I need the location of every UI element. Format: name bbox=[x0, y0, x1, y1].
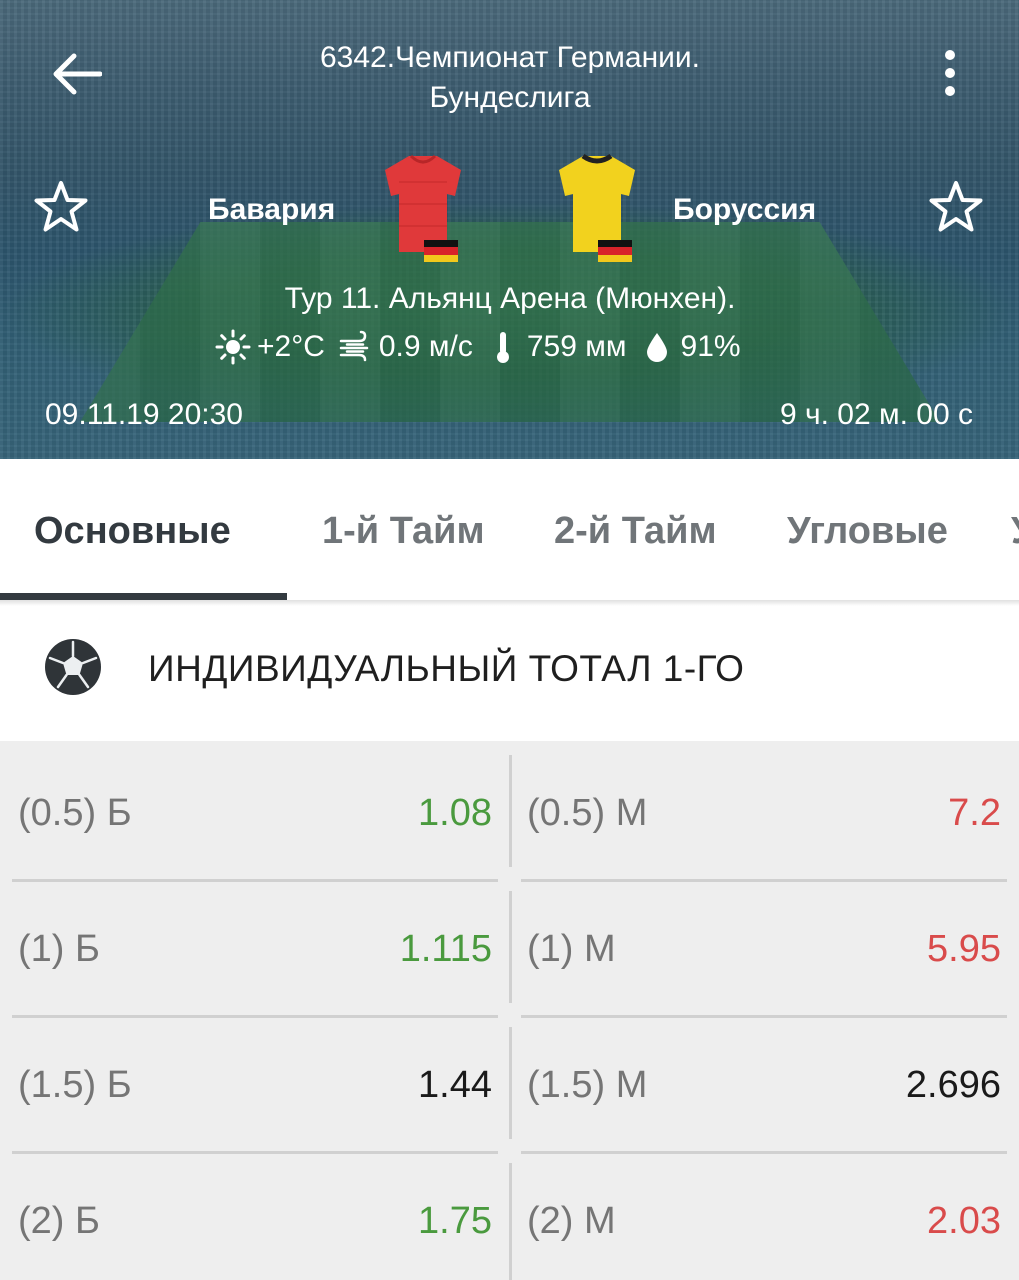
soccer-ball-icon bbox=[45, 639, 101, 695]
divider bbox=[521, 1151, 1007, 1154]
divider bbox=[521, 1015, 1007, 1018]
odd-cell-over[interactable]: (2) Б 1.75 bbox=[12, 1149, 498, 1280]
odd-value: 1.115 bbox=[399, 928, 492, 970]
tab-first-half[interactable]: 1-й Тайм bbox=[322, 509, 485, 553]
active-tab-indicator bbox=[0, 593, 287, 600]
divider bbox=[12, 1151, 498, 1154]
odd-cell-over[interactable]: (1.5) Б 1.44 bbox=[12, 1013, 498, 1148]
odd-cell-under[interactable]: (1) М 5.95 bbox=[521, 877, 1007, 1012]
away-team-name: Боруссия bbox=[673, 193, 817, 226]
more-vert-icon[interactable] bbox=[935, 50, 965, 102]
match-venue: Тур 11. Альянц Арена (Мюнхен). bbox=[284, 282, 736, 315]
thermometer-icon bbox=[496, 332, 509, 363]
odd-value: 1.08 bbox=[418, 792, 492, 834]
odd-cell-over[interactable]: (0.5) Б 1.08 bbox=[12, 741, 498, 876]
odd-cell-under[interactable]: (0.5) М 7.2 bbox=[521, 741, 1007, 876]
divider bbox=[509, 1027, 512, 1139]
odd-value: 2.03 bbox=[927, 1200, 1001, 1242]
germany-flag-icon bbox=[424, 240, 458, 262]
back-arrow-icon[interactable] bbox=[50, 52, 102, 96]
star-outline-icon[interactable] bbox=[928, 180, 984, 234]
odd-label: (1) М bbox=[527, 928, 616, 970]
odd-value: 5.95 bbox=[927, 928, 1001, 970]
tab-corners[interactable]: Угловые bbox=[787, 509, 948, 553]
germany-flag-icon bbox=[598, 240, 632, 262]
drop-icon bbox=[646, 333, 667, 362]
league-title-line2: Бундеслига bbox=[429, 81, 591, 114]
market-title: ИНДИВИДУАЛЬНЫЙ ТОТАЛ 1-ГО bbox=[148, 648, 745, 689]
divider bbox=[509, 1163, 512, 1280]
odd-label: (0.5) Б bbox=[18, 792, 132, 834]
tab-next-partial[interactable]: У bbox=[1011, 509, 1019, 553]
sun-icon bbox=[215, 329, 251, 365]
odd-cell-under[interactable]: (1.5) М 2.696 bbox=[521, 1013, 1007, 1148]
odd-cell-over[interactable]: (1) Б 1.115 bbox=[12, 877, 498, 1012]
odd-label: (1) Б bbox=[18, 928, 100, 970]
divider bbox=[509, 891, 512, 1003]
wind-icon bbox=[339, 330, 369, 362]
odd-value: 1.75 bbox=[418, 1200, 492, 1242]
league-title-line1: 6342.Чемпионат Германии. bbox=[319, 41, 701, 74]
weather-bar: +2°C 0.9 м/с 759 мм 91% bbox=[215, 327, 753, 367]
market-section-header[interactable]: ИНДИВИДУАЛЬНЫЙ ТОТАЛ 1-ГО bbox=[0, 606, 1019, 740]
tab-second-half[interactable]: 2-й Тайм bbox=[554, 509, 717, 553]
divider bbox=[12, 1015, 498, 1018]
star-outline-icon[interactable] bbox=[33, 180, 89, 234]
divider bbox=[521, 879, 1007, 882]
odd-value: 7.2 bbox=[948, 792, 1001, 834]
odd-label: (1.5) М bbox=[527, 1064, 648, 1106]
match-datetime: 09.11.19 20:30 bbox=[45, 398, 243, 431]
weather-humidity: 91% bbox=[680, 330, 741, 363]
weather-pressure: 759 мм bbox=[526, 330, 627, 363]
odd-value: 1.44 bbox=[418, 1064, 492, 1106]
odds-grid: (0.5) Б 1.08 (0.5) М 7.2 (1) Б 1.115 (1)… bbox=[0, 741, 1019, 1280]
odd-label: (0.5) М bbox=[527, 792, 648, 834]
match-header: 6342.Чемпионат Германии. Бундеслига Бава… bbox=[0, 0, 1019, 459]
weather-wind: 0.9 м/с bbox=[378, 330, 473, 363]
home-team-name: Бавария bbox=[208, 193, 336, 226]
divider bbox=[12, 879, 498, 882]
weather-temperature: +2°C bbox=[257, 330, 325, 363]
odd-label: (2) Б bbox=[18, 1200, 100, 1242]
odd-label: (2) М bbox=[527, 1200, 616, 1242]
odd-label: (1.5) Б bbox=[18, 1064, 132, 1106]
divider bbox=[509, 755, 512, 867]
market-tabs: Основные 1-й Тайм 2-й Тайм Угловые У bbox=[0, 459, 1019, 600]
odd-cell-under[interactable]: (2) М 2.03 bbox=[521, 1149, 1007, 1280]
odd-value: 2.696 bbox=[905, 1064, 1001, 1106]
tab-main[interactable]: Основные bbox=[34, 509, 231, 553]
match-countdown: 9 ч. 02 м. 00 с bbox=[779, 398, 973, 431]
